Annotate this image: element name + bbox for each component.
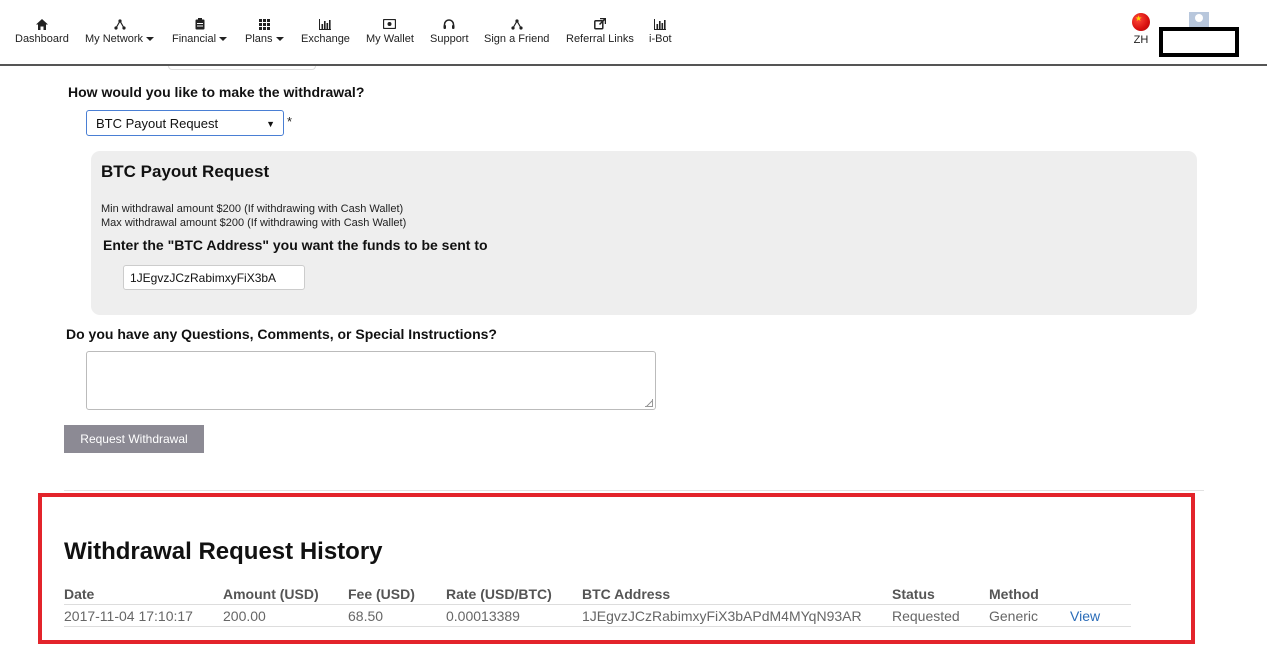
cell-rate: 0.00013389 [446,608,520,624]
avatar[interactable] [1189,12,1209,28]
headset-icon [430,17,469,31]
col-header-btc-address: BTC Address [582,586,671,602]
divider [64,490,1204,491]
method-question: How would you like to make the withdrawa… [68,84,365,100]
nav-item-sign-a-friend[interactable]: Sign a Friend [484,17,549,45]
nav-item-exchange[interactable]: Exchange [301,17,350,45]
chevron-down-icon [146,37,155,42]
cell-btc-address: 1JEgvzJCzRabimxyFiX3bAPdM4MYqN93AR [582,608,862,624]
col-header-method: Method [989,586,1039,602]
btc-address-input[interactable]: 1JEgvzJCzRabimxyFiX3bA [123,265,305,290]
top-navbar: Dashboard My Network Financial Plans Exc… [0,0,1267,66]
nav-item-financial[interactable]: Financial [172,17,228,45]
cell-method: Generic [989,608,1039,624]
cell-status: Requested [892,608,960,624]
network-icon [85,17,154,31]
nav-item-my-network[interactable]: My Network [85,17,155,45]
row-divider [64,626,1131,627]
redacted-username [1159,27,1239,57]
cell-fee: 68.50 [348,608,384,624]
comments-question: Do you have any Questions, Comments, or … [66,326,497,342]
china-flag-icon [1132,13,1150,31]
home-icon [15,17,69,31]
panel-title: BTC Payout Request [101,162,270,181]
network-icon [484,17,549,31]
grid-icon [245,17,284,31]
caret-down-icon: ▼ [266,119,275,129]
external-link-icon [566,17,634,31]
required-mark: * [287,114,293,129]
bar-chart-icon [301,17,350,31]
withdrawal-method-select[interactable]: BTC Payout Request ▼ [86,110,284,136]
btc-address-label: Enter the "BTC Address" you want the fun… [103,237,488,253]
col-header-date: Date [64,586,95,602]
nav-item-my-wallet[interactable]: My Wallet [366,17,414,45]
col-header-status: Status [892,586,935,602]
max-withdrawal-note: Max withdrawal amount $200 (If withdrawi… [101,217,407,229]
language-switcher[interactable]: ZH [1130,13,1152,46]
nav-item-plans[interactable]: Plans [245,17,284,45]
header-divider [64,604,1131,605]
clipboard-icon [172,17,227,31]
nav-item-referral-links[interactable]: Referral Links [566,17,634,45]
nav-item-support[interactable]: Support [430,17,469,45]
col-header-amount: Amount (USD) [223,586,319,602]
chevron-down-icon [219,37,228,42]
wallet-icon [366,17,414,31]
col-header-rate: Rate (USD/BTC) [446,586,552,602]
col-header-fee: Fee (USD) [348,586,415,602]
select-value: BTC Payout Request [96,116,219,131]
history-title: Withdrawal Request History [64,538,383,565]
bar-chart-icon [649,17,672,31]
cell-date: 2017-11-04 17:10:17 [64,608,193,624]
view-link[interactable]: View [1070,608,1100,624]
cell-amount: 200.00 [223,608,266,624]
request-withdrawal-button[interactable]: Request Withdrawal [64,425,204,453]
comments-textarea[interactable] [86,351,656,410]
nav-item-dashboard[interactable]: Dashboard [15,17,69,45]
min-withdrawal-note: Min withdrawal amount $200 (If withdrawi… [101,203,404,215]
chevron-down-icon [275,37,284,42]
partial-element [168,66,316,70]
nav-item-i-bot[interactable]: i-Bot [649,17,672,45]
btc-payout-panel: BTC Payout Request Min withdrawal amount… [91,151,1197,315]
